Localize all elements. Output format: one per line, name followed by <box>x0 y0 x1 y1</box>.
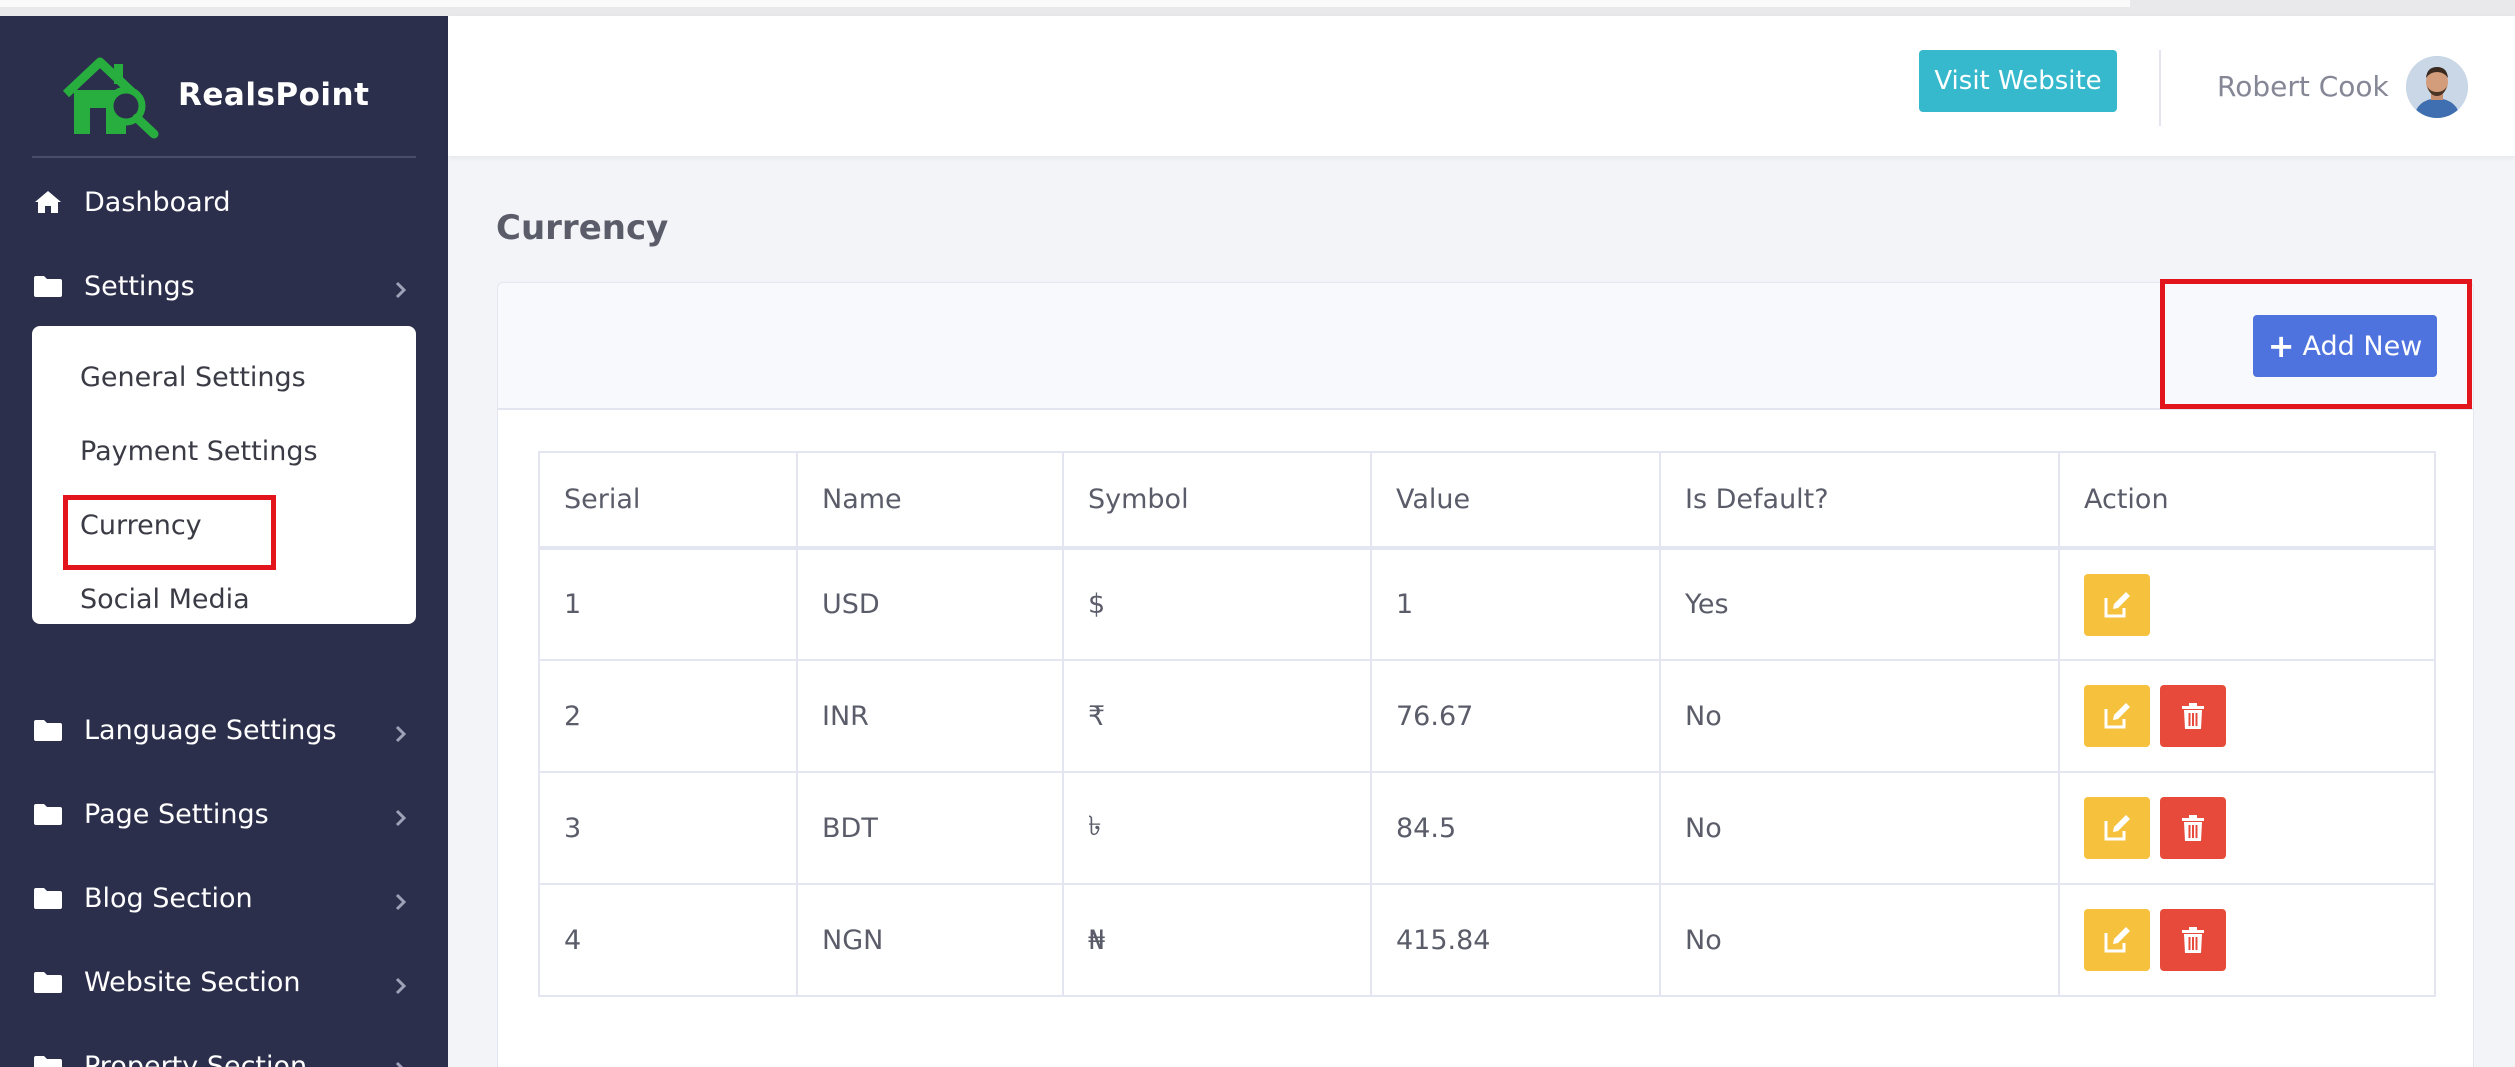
cell-action <box>2058 659 2436 773</box>
table-header-row: Serial Name Symbol Value Is Default? Act… <box>538 451 2436 550</box>
submenu-item-general-settings[interactable]: General Settings <box>80 362 306 393</box>
cell-action <box>2058 883 2436 997</box>
chevron-right-icon <box>394 972 408 995</box>
sidebar: RealsPoint Dashboard Settings General Se… <box>0 16 448 1067</box>
edit-icon <box>2104 927 2130 953</box>
cell-symbol: $ <box>1062 547 1372 661</box>
folder-icon <box>32 968 64 996</box>
currency-table: Serial Name Symbol Value Is Default? Act… <box>538 451 2436 997</box>
chevron-right-icon <box>394 804 408 827</box>
cell-value: 415.84 <box>1370 883 1661 997</box>
chevron-right-icon <box>394 276 408 299</box>
sidebar-item-label: Website Section <box>84 966 301 998</box>
table-row: 2 INR ₹ 76.67 No <box>538 659 2436 773</box>
column-header-value: Value <box>1370 451 1661 550</box>
submenu-item-payment-settings[interactable]: Payment Settings <box>80 436 318 467</box>
currency-highlight-box <box>63 495 276 570</box>
brand[interactable]: RealsPoint <box>60 50 369 140</box>
avatar[interactable] <box>2406 56 2468 118</box>
brand-name: RealsPoint <box>178 77 370 113</box>
chevron-right-icon <box>394 888 408 911</box>
cell-is-default: No <box>1659 883 2060 997</box>
cell-value: 76.67 <box>1370 659 1661 773</box>
sidebar-divider <box>32 156 416 158</box>
table-row: 3 BDT ৳ 84.5 No <box>538 771 2436 885</box>
table-row: 4 NGN ₦ 415.84 No <box>538 883 2436 997</box>
cell-symbol: ₹ <box>1062 659 1372 773</box>
cell-serial: 3 <box>538 771 798 885</box>
cell-is-default: No <box>1659 659 2060 773</box>
cell-value: 84.5 <box>1370 771 1661 885</box>
topbar-divider <box>2159 50 2161 126</box>
sidebar-item-label: Dashboard <box>84 186 231 218</box>
folder-icon <box>32 884 64 912</box>
edit-button[interactable] <box>2084 685 2150 747</box>
sidebar-item-settings[interactable]: Settings <box>32 256 416 316</box>
trash-icon <box>2182 703 2204 729</box>
cell-serial: 4 <box>538 883 798 997</box>
trash-icon <box>2182 927 2204 953</box>
folder-icon <box>32 716 64 744</box>
add-new-highlight-box <box>2160 279 2472 409</box>
column-header-serial: Serial <box>538 451 798 550</box>
visit-website-button[interactable]: Visit Website <box>1919 50 2117 112</box>
sidebar-item-label: Page Settings <box>84 798 269 830</box>
column-header-action: Action <box>2058 451 2436 550</box>
sidebar-item-page-settings[interactable]: Page Settings <box>32 784 416 844</box>
cell-action <box>2058 771 2436 885</box>
folder-icon <box>32 272 64 300</box>
folder-icon <box>32 1052 64 1067</box>
user-name[interactable]: Robert Cook <box>2217 70 2389 103</box>
column-header-is-default: Is Default? <box>1659 451 2060 550</box>
cell-name: INR <box>796 659 1064 773</box>
cell-action <box>2058 547 2436 661</box>
edit-icon <box>2104 815 2130 841</box>
submenu-item-social-media[interactable]: Social Media <box>80 584 250 615</box>
cell-is-default: Yes <box>1659 547 2060 661</box>
delete-button[interactable] <box>2160 909 2226 971</box>
cell-name: NGN <box>796 883 1064 997</box>
sidebar-item-blog-section[interactable]: Blog Section <box>32 868 416 928</box>
delete-button[interactable] <box>2160 797 2226 859</box>
cell-symbol: ₦ <box>1062 883 1372 997</box>
logo-icon <box>62 57 159 139</box>
cell-serial: 1 <box>538 547 798 661</box>
sidebar-item-language-settings[interactable]: Language Settings <box>32 700 416 760</box>
sidebar-item-property-section[interactable]: Property Section <box>32 1036 416 1067</box>
home-icon <box>32 188 64 216</box>
trash-icon <box>2182 815 2204 841</box>
column-header-symbol: Symbol <box>1062 451 1372 550</box>
browser-scrollbar <box>0 0 2130 7</box>
sidebar-item-label: Language Settings <box>84 714 337 746</box>
table-row: 1 USD $ 1 Yes <box>538 547 2436 661</box>
settings-submenu: General Settings Payment Settings Curren… <box>32 326 416 624</box>
cell-name: USD <box>796 547 1064 661</box>
cell-name: BDT <box>796 771 1064 885</box>
chevron-right-icon <box>394 1056 408 1067</box>
sidebar-item-label: Settings <box>84 270 195 302</box>
delete-button[interactable] <box>2160 685 2226 747</box>
sidebar-item-label: Blog Section <box>84 882 253 914</box>
chevron-right-icon <box>394 720 408 743</box>
cell-is-default: No <box>1659 771 2060 885</box>
edit-button[interactable] <box>2084 573 2150 636</box>
sidebar-item-dashboard[interactable]: Dashboard <box>32 172 416 232</box>
edit-button[interactable] <box>2084 909 2150 971</box>
edit-icon <box>2104 591 2130 617</box>
folder-icon <box>32 800 64 828</box>
cell-symbol: ৳ <box>1062 771 1372 885</box>
sidebar-item-website-section[interactable]: Website Section <box>32 952 416 1012</box>
sidebar-item-label: Property Section <box>84 1050 308 1067</box>
edit-icon <box>2104 703 2130 729</box>
page-title: Currency <box>496 208 669 248</box>
browser-top-strip <box>0 0 2515 16</box>
edit-button[interactable] <box>2084 797 2150 859</box>
column-header-name: Name <box>796 451 1064 550</box>
topbar: Visit Website Robert Cook <box>448 16 2515 156</box>
cell-value: 1 <box>1370 547 1661 661</box>
cell-serial: 2 <box>538 659 798 773</box>
